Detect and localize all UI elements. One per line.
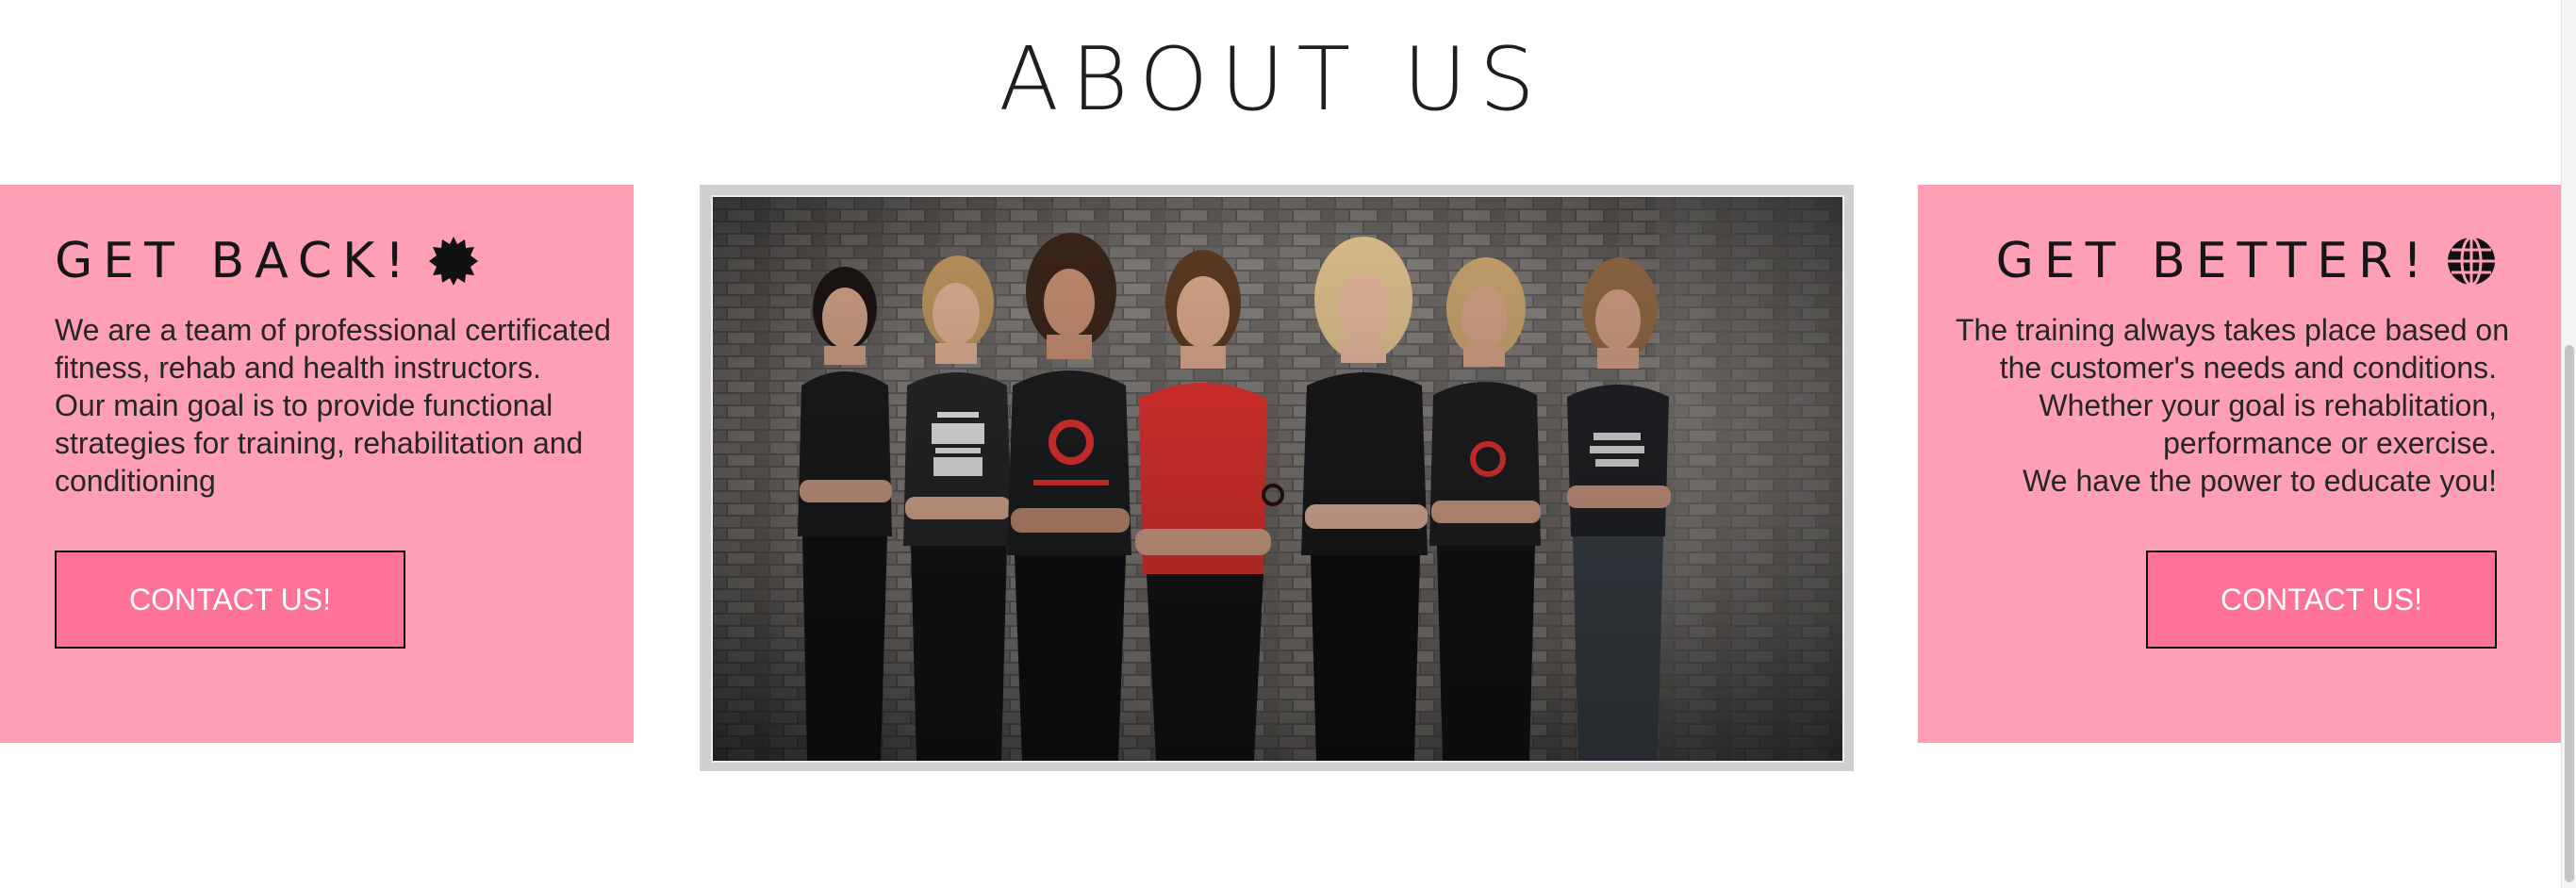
description-line: Our main goal is to provide functional [55, 388, 553, 422]
contact-us-button[interactable]: CONTACT US! [2146, 551, 2497, 649]
description-line: Whether your goal is rehablitation, [2039, 388, 2497, 422]
get-back-card: GET BACK! We are a team of professional … [0, 185, 634, 743]
description-line: performance or exercise. [2163, 426, 2497, 460]
get-better-card: GET BETTER! The training always takes pl… [1918, 185, 2561, 743]
description-line: fitness, rehab and health instructors. [55, 351, 541, 385]
description-line: We are a team of professional certificat… [55, 313, 611, 347]
get-better-heading: GET BETTER! [1956, 232, 2497, 290]
globe-icon [2446, 236, 2497, 287]
get-back-heading: GET BACK! [55, 232, 596, 290]
team-photo [711, 195, 1844, 763]
page-scrollbar[interactable] [2561, 0, 2576, 888]
badge-icon [428, 236, 479, 287]
get-back-description: We are a team of professional certificat… [55, 311, 611, 500]
description-line: conditioning [55, 464, 216, 498]
get-better-heading-text: GET BETTER! [1995, 233, 2433, 289]
description-line: The training always takes place based on [1956, 313, 2510, 347]
description-line: We have the power to educate you! [2023, 464, 2497, 498]
get-back-heading-text: GET BACK! [55, 233, 416, 289]
scrollbar-thumb[interactable] [2565, 345, 2574, 882]
contact-us-button[interactable]: CONTACT US! [55, 551, 405, 649]
team-photo-frame [700, 185, 1854, 771]
description-line: strategies for training, rehabilitation … [55, 426, 584, 460]
get-better-description: The training always takes place based on… [1956, 311, 2510, 500]
description-line: the customer's needs and conditions. [1999, 351, 2497, 385]
page-title: ABOUT US [999, 28, 1547, 130]
